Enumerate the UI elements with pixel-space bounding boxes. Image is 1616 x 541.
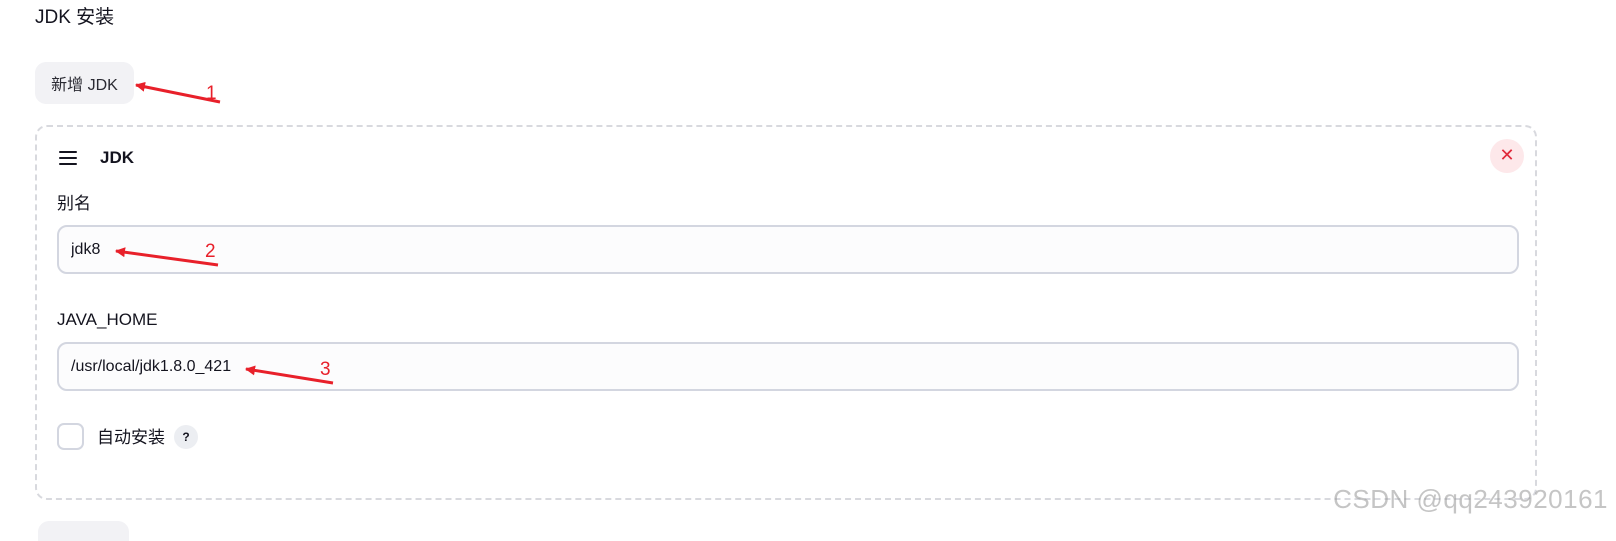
annotation-number-1: 1	[206, 83, 217, 104]
add-jdk-button[interactable]: 新增 JDK	[35, 62, 134, 104]
delete-jdk-button[interactable]: ✕	[1490, 139, 1524, 173]
auto-install-label[interactable]: 自动安装	[97, 427, 165, 449]
annotation-number-2: 2	[205, 241, 216, 262]
alias-label: 别名	[57, 194, 91, 213]
next-button-partial[interactable]	[38, 521, 129, 541]
section-title: JDK 安装	[35, 7, 115, 28]
auto-install-checkbox[interactable]	[57, 423, 84, 450]
help-icon[interactable]: ?	[174, 425, 198, 449]
jdk-card: JDK ✕ 别名 JAVA_HOME 自动安装 ?	[35, 125, 1537, 500]
java-home-label: JAVA_HOME	[57, 310, 158, 329]
java-home-input[interactable]	[57, 342, 1519, 391]
alias-input[interactable]	[57, 225, 1519, 274]
close-icon: ✕	[1499, 145, 1515, 166]
card-title: JDK	[100, 148, 135, 167]
hamburger-icon[interactable]	[59, 151, 77, 165]
annotation-number-3: 3	[320, 359, 331, 380]
